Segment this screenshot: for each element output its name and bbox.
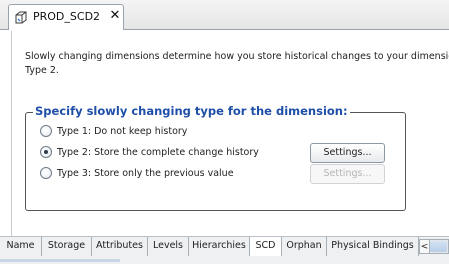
- scd-description-line2: Type 2.: [25, 65, 59, 76]
- tab-levels[interactable]: Levels: [148, 237, 189, 256]
- close-icon[interactable]: ✕: [108, 9, 122, 23]
- document-tab-title: PROD_SCD2: [33, 10, 101, 23]
- type-3-radio[interactable]: [40, 167, 52, 179]
- tab-storage[interactable]: Storage: [42, 237, 92, 256]
- editor-tab-strip: PROD_SCD2 ✕: [0, 0, 449, 30]
- type-1-label: Type 1: Do not keep history: [57, 126, 188, 137]
- tab-physical-bindings[interactable]: Physical Bindings: [327, 237, 419, 256]
- scd-panel: Slowly changing dimensions determine how…: [11, 31, 449, 236]
- dimension-cube-icon: [14, 10, 28, 24]
- scrollbar-thumb[interactable]: [430, 241, 447, 252]
- type-1-radio[interactable]: [40, 125, 52, 137]
- tab-scd[interactable]: SCD: [250, 237, 282, 256]
- scroll-left-arrow[interactable]: <: [419, 239, 430, 254]
- tab-hierarchies[interactable]: Hierarchies: [189, 237, 250, 256]
- tab-name[interactable]: Name: [0, 237, 42, 256]
- scd-type-group-legend: Specify slowly changing type for the dim…: [33, 104, 350, 119]
- radio-selected-dot: [44, 150, 48, 154]
- type-2-radio[interactable]: [40, 146, 52, 158]
- type-3-label: Type 3: Store only the previous value: [57, 168, 234, 179]
- tab-attributes[interactable]: Attributes: [92, 237, 148, 256]
- scd-description-line1: Slowly changing dimensions determine how…: [25, 51, 449, 62]
- scd-description: Slowly changing dimensions determine how…: [25, 50, 449, 78]
- type-2-label: Type 2: Store the complete change histor…: [57, 147, 259, 158]
- horizontal-scrollbar[interactable]: [430, 239, 449, 254]
- tab-orphan[interactable]: Orphan: [282, 237, 327, 256]
- document-tab-prod-scd2[interactable]: PROD_SCD2 ✕: [8, 4, 124, 30]
- selection-indicator: [0, 259, 120, 262]
- type-3-settings-button: Settings...: [310, 164, 385, 184]
- type-2-settings-button[interactable]: Settings...: [310, 143, 385, 163]
